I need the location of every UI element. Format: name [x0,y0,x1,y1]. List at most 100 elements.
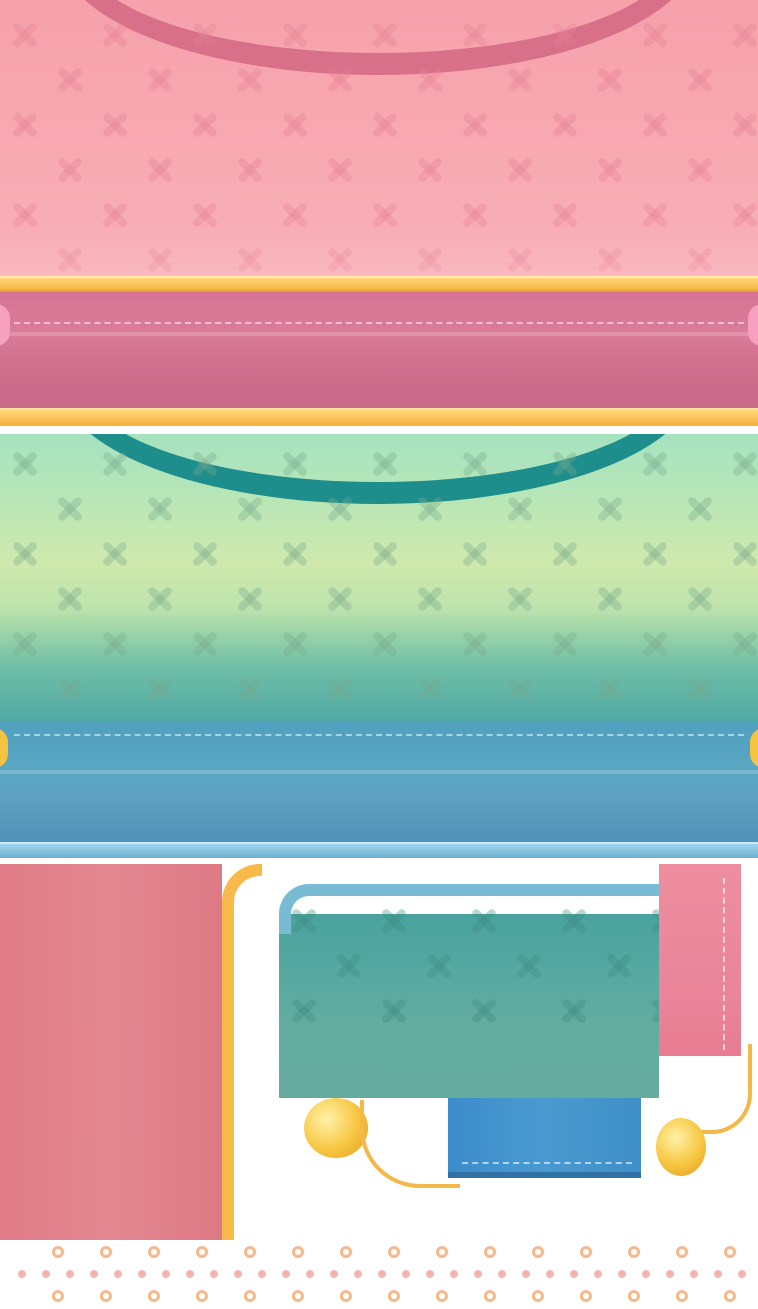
x-pattern-mark [10,20,40,50]
ring-dot [436,1290,448,1302]
x-pattern-mark [550,110,580,140]
x-pattern-mark [100,20,130,50]
x-pattern-mark [289,906,319,936]
gold-wire-right [690,1044,752,1134]
ring-dot [532,1246,544,1258]
gold-clasp-right [656,1118,706,1176]
x-pattern-mark [235,584,265,614]
x-pattern-mark [280,449,310,479]
pink-strap [659,864,741,1056]
small-dot [402,1270,410,1278]
pink-bag-band [0,292,758,410]
x-pattern-mark [640,449,670,479]
x-pattern-mark [550,200,580,230]
ring-dot [52,1290,64,1302]
x-pattern-mark [460,20,490,50]
x-pattern-mark [145,584,175,614]
x-pattern-mark [10,200,40,230]
x-pattern-mark [640,20,670,50]
ring-dot [580,1246,592,1258]
green-bag-panel [0,434,758,724]
x-pattern-mark [505,155,535,185]
small-dot [282,1270,290,1278]
x-pattern-mark [730,539,758,569]
small-dot [234,1270,242,1278]
x-pattern-mark [190,539,220,569]
x-pattern-mark [415,674,445,704]
x-pattern-mark [100,629,130,659]
x-pattern-mark [370,20,400,50]
ring-dot [100,1290,112,1302]
small-dot [738,1270,746,1278]
x-pattern-mark [685,65,715,95]
x-pattern-mark [370,110,400,140]
x-pattern-mark [190,629,220,659]
x-pattern-mark [595,155,625,185]
x-pattern-mark [325,674,355,704]
ring-dot [628,1246,640,1258]
ring-dot [628,1290,640,1302]
x-pattern-mark [55,155,85,185]
teal-tile [279,866,659,1098]
x-pattern-mark [100,110,130,140]
x-pattern-mark [505,65,535,95]
small-dot [330,1270,338,1278]
x-pattern-mark [595,584,625,614]
pink-sidebar-gold-rim [222,864,262,1240]
x-pattern-mark [190,20,220,50]
small-dot [210,1270,218,1278]
x-pattern-mark [550,629,580,659]
ring-dot [436,1246,448,1258]
x-pattern-mark [55,494,85,524]
small-dot [114,1270,122,1278]
pink-sidebar [0,864,222,1240]
x-pattern-mark [550,20,580,50]
small-dot [522,1270,530,1278]
small-dot [714,1270,722,1278]
x-pattern-mark [55,65,85,95]
ring-dot [724,1246,736,1258]
x-pattern-mark [514,951,544,981]
ring-dot [340,1246,352,1258]
dot-border-strip [0,1242,758,1309]
x-pattern-mark [595,494,625,524]
small-dot [594,1270,602,1278]
x-pattern-mark [55,584,85,614]
x-pattern-mark [415,494,445,524]
pink-bag-panel [0,0,758,278]
ring-dot [148,1246,160,1258]
x-pattern-mark [10,539,40,569]
blue-strap [448,1098,641,1178]
x-pattern-mark [190,200,220,230]
x-pattern-mark [280,629,310,659]
x-pattern-mark [730,449,758,479]
x-pattern-mark [649,906,659,936]
ring-dot [52,1246,64,1258]
small-dot [618,1270,626,1278]
gold-clasp-left [304,1098,368,1158]
x-pattern-mark [685,155,715,185]
small-dot [258,1270,266,1278]
x-pattern-mark [595,674,625,704]
x-pattern-mark [730,20,758,50]
x-pattern-mark [640,629,670,659]
x-pattern-mark [640,110,670,140]
pink-stitch-line [14,322,744,324]
x-pattern-mark [460,200,490,230]
ring-dot [484,1246,496,1258]
blue-trim [0,842,758,858]
x-pattern-mark [460,110,490,140]
x-pattern-mark [460,629,490,659]
small-dot [546,1270,554,1278]
ring-dot [100,1246,112,1258]
ring-dot [196,1290,208,1302]
x-pattern-mark [550,539,580,569]
x-pattern-mark [334,951,364,981]
x-pattern-mark [235,155,265,185]
x-pattern-mark [370,200,400,230]
small-dot [666,1270,674,1278]
ring-dot [148,1290,160,1302]
x-pattern-mark [685,494,715,524]
x-pattern-mark [730,200,758,230]
small-dot [186,1270,194,1278]
